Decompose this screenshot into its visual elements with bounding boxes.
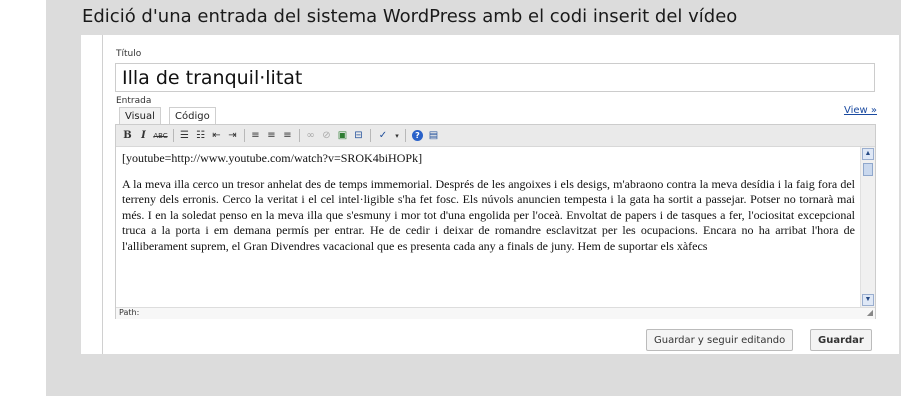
post-content-editor: B I ABC ☰ ☷ ⇤ ⇥ ≡ ≡ ≡ ∞ ⊘ ▣ ⊟ ✓ ▾ ? ▤ [y… <box>115 124 876 319</box>
scroll-up-icon[interactable]: ▲ <box>862 148 874 160</box>
align-left-icon[interactable]: ≡ <box>248 128 263 143</box>
entry-label: Entrada <box>116 96 152 106</box>
post-body-text: A la meva illa cerco un tresor anhelat d… <box>122 176 855 253</box>
youtube-embed-code: [youtube=http://www.youtube.com/watch?v=… <box>122 151 423 165</box>
save-button[interactable]: Guardar <box>810 329 872 351</box>
toolbar-separator <box>299 129 300 142</box>
scroll-down-icon[interactable]: ▼ <box>862 294 874 306</box>
resize-grip-icon[interactable]: ◢ <box>867 308 873 318</box>
toolbar-separator <box>370 129 371 142</box>
chevron-down-icon[interactable]: ▾ <box>393 128 401 143</box>
numbered-list-icon[interactable]: ☷ <box>193 128 208 143</box>
outdent-icon[interactable]: ⇤ <box>209 128 224 143</box>
strikethrough-icon[interactable]: ABC <box>152 128 169 143</box>
kitchen-sink-icon[interactable]: ▤ <box>426 128 441 143</box>
left-divider <box>102 35 103 354</box>
align-center-icon[interactable]: ≡ <box>264 128 279 143</box>
toolbar-separator <box>244 129 245 142</box>
scroll-thumb[interactable] <box>863 163 873 176</box>
link-icon[interactable]: ∞ <box>303 128 318 143</box>
editor-scrollbar[interactable]: ▲ ▼ <box>860 147 875 307</box>
insert-more-icon[interactable]: ⊟ <box>351 128 366 143</box>
editor-content-area[interactable]: [youtube=http://www.youtube.com/watch?v=… <box>116 147 860 307</box>
tab-visual[interactable]: Visual <box>119 107 161 125</box>
toolbar-separator <box>173 129 174 142</box>
title-label: Título <box>116 49 142 59</box>
insert-image-icon[interactable]: ▣ <box>335 128 350 143</box>
tab-codigo[interactable]: Código <box>169 107 216 125</box>
wordpress-editor-screenshot: Título Illa de tranquil·litat Entrada Vi… <box>81 35 899 354</box>
italic-icon[interactable]: I <box>136 128 151 143</box>
path-label: Path: <box>119 308 140 317</box>
save-and-continue-button[interactable]: Guardar y seguir editando <box>646 329 794 351</box>
indent-icon[interactable]: ⇥ <box>225 128 240 143</box>
figure-caption: Edició d'una entrada del sistema WordPre… <box>82 6 738 27</box>
toolbar-separator <box>405 129 406 142</box>
bold-icon[interactable]: B <box>120 128 135 143</box>
spellcheck-icon[interactable]: ✓ <box>374 128 392 143</box>
bullet-list-icon[interactable]: ☰ <box>177 128 192 143</box>
align-right-icon[interactable]: ≡ <box>280 128 295 143</box>
editor-toolbar: B I ABC ☰ ☷ ⇤ ⇥ ≡ ≡ ≡ ∞ ⊘ ▣ ⊟ ✓ ▾ ? ▤ <box>116 125 875 147</box>
unlink-icon[interactable]: ⊘ <box>319 128 334 143</box>
help-icon[interactable]: ? <box>412 130 423 141</box>
post-title-input[interactable]: Illa de tranquil·litat <box>115 63 875 92</box>
view-link[interactable]: View » <box>844 105 877 116</box>
editor-statusbar: Path: ◢ <box>116 307 875 319</box>
